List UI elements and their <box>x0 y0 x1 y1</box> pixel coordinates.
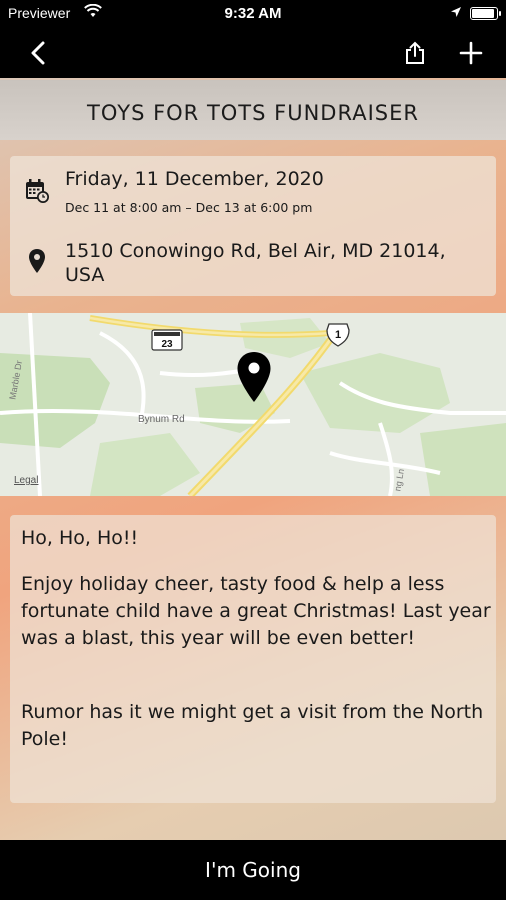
plus-icon <box>459 41 483 65</box>
event-title: TOYS FOR TOTS FUNDRAISER <box>87 101 419 125</box>
event-date-range: Dec 11 at 8:00 am – Dec 13 at 6:00 pm <box>65 200 313 215</box>
map-pin-marker-icon[interactable] <box>236 351 272 403</box>
add-button[interactable] <box>449 28 493 78</box>
event-title-bar: TOYS FOR TOTS FUNDRAISER <box>0 80 506 140</box>
chevron-left-icon <box>31 41 45 65</box>
calendar-clock-icon <box>26 179 49 203</box>
back-button[interactable] <box>16 28 60 78</box>
share-button[interactable] <box>393 28 437 78</box>
route-1-label: 1 <box>335 329 341 341</box>
event-info-card: Friday, 11 December, 2020 Dec 11 at 8:00… <box>10 156 496 296</box>
battery-icon <box>470 7 501 20</box>
route-1-shield: 1 <box>326 323 350 347</box>
clock: 9:32 AM <box>224 5 282 22</box>
location-arrow-icon <box>451 7 461 17</box>
description-rumor: Rumor has it we might get a visit from t… <box>21 701 484 750</box>
nav-bar <box>0 28 506 78</box>
description-body: Enjoy holiday cheer, tasty food & help a… <box>21 573 491 649</box>
map-legal-link[interactable]: Legal <box>14 475 38 486</box>
map-graphic <box>0 313 506 496</box>
description-greeting: Ho, Ho, Ho!! <box>21 527 139 549</box>
road-label-bynum: Bynum Rd <box>138 414 185 425</box>
route-23-shield: 23 <box>151 329 183 351</box>
event-date: Friday, 11 December, 2020 <box>65 168 324 190</box>
map-pin-icon <box>29 249 45 273</box>
route-23-label: 23 <box>161 339 173 350</box>
im-going-button[interactable]: I'm Going <box>0 840 506 900</box>
event-map[interactable]: 23 1 Bynum Rd Marble Dr ng Ln Legal <box>0 313 506 496</box>
event-description-card: Ho, Ho, Ho!! Enjoy holiday cheer, tasty … <box>10 515 496 803</box>
status-bar: Previewer 9:32 AM <box>0 0 506 28</box>
event-address[interactable]: 1510 Conowingo Rd, Bel Air, MD 21014, US… <box>65 239 485 287</box>
share-icon <box>406 41 424 64</box>
